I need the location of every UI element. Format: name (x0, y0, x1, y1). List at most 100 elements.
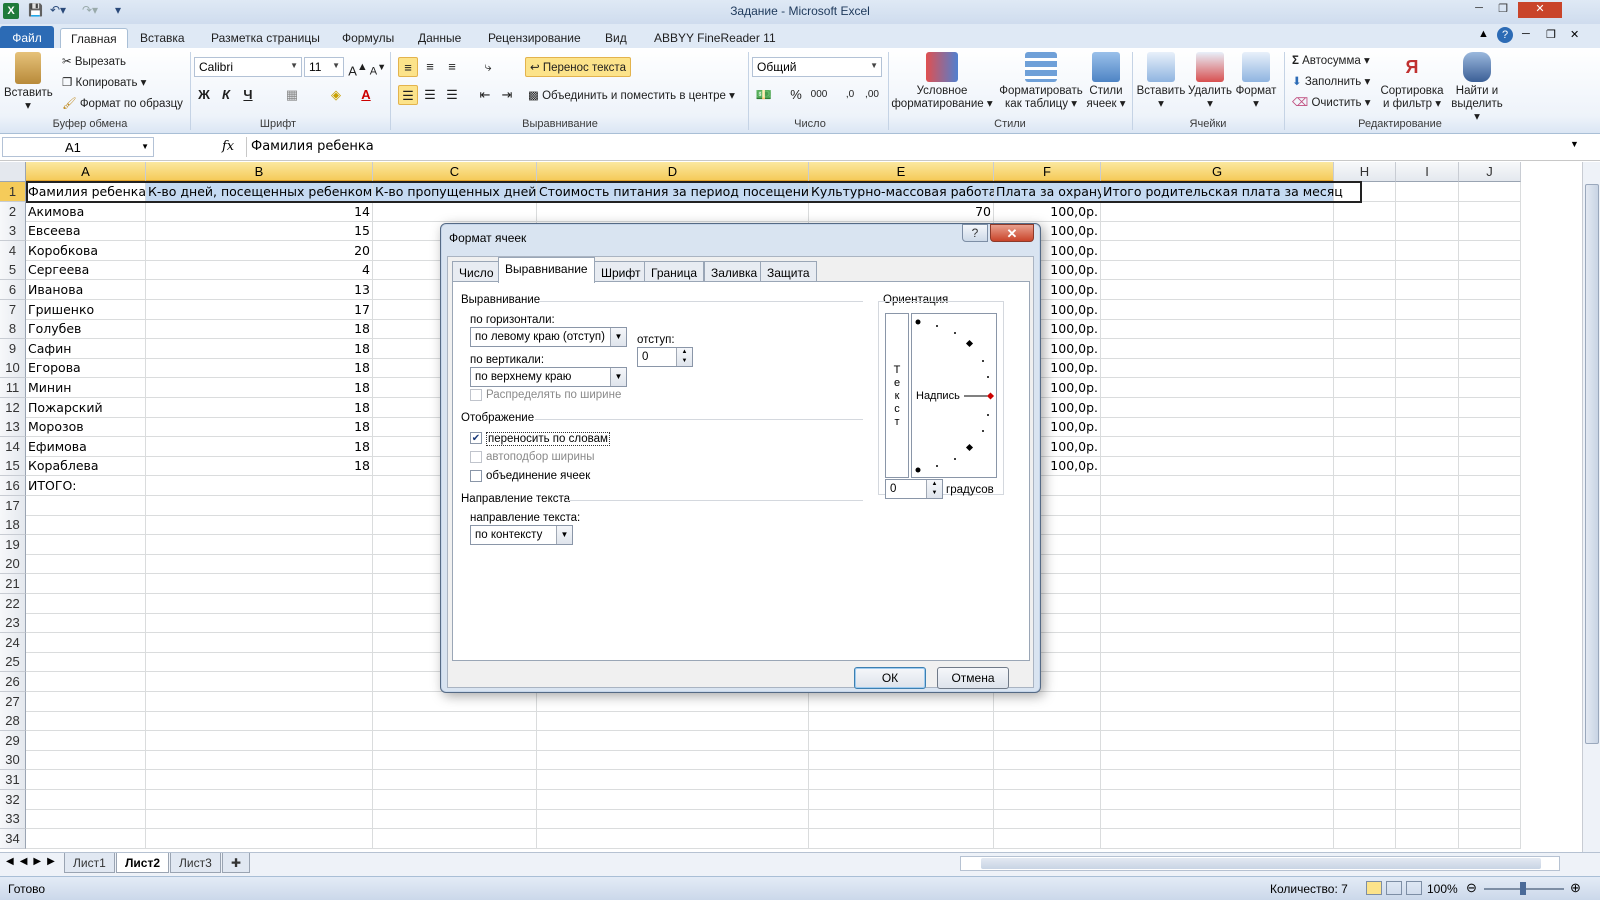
font-color-icon[interactable]: A (356, 85, 376, 105)
fill-color-icon[interactable]: ◈ (326, 85, 346, 105)
row-header[interactable]: 29 (0, 731, 26, 751)
cell[interactable] (1101, 515, 1334, 535)
cell[interactable] (537, 731, 809, 751)
horizontal-scrollbar[interactable] (960, 856, 1560, 871)
cell[interactable] (1396, 574, 1459, 594)
delete-cells-button[interactable]: Удалить ▾ (1186, 52, 1234, 111)
cell[interactable] (26, 535, 146, 555)
clear-button[interactable]: ⌫ Очистить ▾ (1292, 95, 1371, 109)
cell[interactable] (1459, 476, 1521, 496)
column-header-i[interactable]: I (1396, 162, 1459, 182)
cell[interactable] (1459, 633, 1521, 653)
tab-abbyy[interactable]: ABBYY FineReader 11 (654, 28, 776, 48)
cell[interactable] (1101, 358, 1334, 378)
cell[interactable] (1396, 515, 1459, 535)
cell[interactable] (1101, 260, 1334, 280)
cell[interactable] (1396, 633, 1459, 653)
cell[interactable] (1459, 652, 1521, 672)
font-name-combo[interactable]: Calibri ▼ (194, 57, 302, 77)
name-cell[interactable]: Иванова (26, 280, 146, 300)
help-icon[interactable]: ? (1497, 27, 1513, 43)
ok-button[interactable]: ОК (854, 667, 926, 689)
dialog-help-icon[interactable]: ? (962, 224, 988, 242)
name-cell[interactable]: Акимова (26, 202, 146, 222)
cell[interactable] (809, 770, 994, 790)
align-center-icon[interactable]: ☰ (420, 85, 440, 105)
cell[interactable] (26, 750, 146, 770)
days-cell[interactable]: 14 (146, 202, 373, 222)
row-header[interactable]: 23 (0, 613, 26, 633)
days-cell[interactable]: 13 (146, 280, 373, 300)
cell[interactable] (1459, 378, 1521, 398)
cell[interactable] (1459, 260, 1521, 280)
cell[interactable] (1396, 417, 1459, 437)
row-header[interactable]: 26 (0, 672, 26, 692)
row-header[interactable]: 21 (0, 574, 26, 594)
tab-protection[interactable]: Защита (760, 261, 817, 282)
dialog-close-icon[interactable]: ✕ (990, 224, 1034, 242)
orientation-dial[interactable]: Надпись (911, 313, 997, 478)
wb-close-icon[interactable]: ✕ (1570, 28, 1579, 41)
close-icon[interactable]: ✕ (1518, 2, 1562, 18)
row-header[interactable]: 4 (0, 241, 26, 261)
days-cell[interactable]: 18 (146, 437, 373, 457)
name-cell[interactable]: Пожарский (26, 398, 146, 418)
total-label-cell[interactable]: ИТОГО: (26, 476, 146, 496)
cell[interactable] (1334, 260, 1396, 280)
row-header[interactable]: 10 (0, 358, 26, 378)
insert-cells-button[interactable]: Вставить ▾ (1136, 52, 1186, 111)
tab-insert[interactable]: Вставка (140, 28, 185, 48)
cut-button[interactable]: ✂ Вырезать (62, 54, 126, 68)
row-header[interactable]: 12 (0, 398, 26, 418)
cell[interactable] (1459, 594, 1521, 614)
cell[interactable] (1396, 613, 1459, 633)
cell[interactable] (1396, 711, 1459, 731)
cell[interactable] (1101, 202, 1334, 222)
tab-number[interactable]: Число (452, 261, 501, 282)
cell[interactable] (1101, 398, 1334, 418)
column-header-f[interactable]: F (994, 162, 1101, 182)
days-cell[interactable]: 18 (146, 417, 373, 437)
currency-icon[interactable]: 💵 (754, 85, 774, 105)
name-cell[interactable]: Гришенко (26, 300, 146, 320)
cell[interactable] (1459, 300, 1521, 320)
vertical-scrollbar[interactable] (1582, 162, 1600, 852)
row-header[interactable]: 18 (0, 515, 26, 535)
cell[interactable] (146, 476, 373, 496)
row-header[interactable]: 7 (0, 300, 26, 320)
cell[interactable] (1459, 770, 1521, 790)
normal-view-icon[interactable] (1366, 881, 1382, 895)
decrease-indent-icon[interactable]: ⇤ (475, 85, 495, 105)
format-cells-button[interactable]: Формат ▾ (1232, 52, 1280, 111)
cell[interactable] (1459, 829, 1521, 849)
shrink-to-fit-checkbox[interactable] (470, 451, 482, 463)
page-break-view-icon[interactable] (1406, 881, 1422, 895)
increase-indent-icon[interactable]: ⇥ (497, 85, 517, 105)
cell[interactable] (1396, 692, 1459, 712)
conditional-formatting-button[interactable]: Условное форматирование ▾ (890, 52, 994, 111)
cell[interactable] (1459, 221, 1521, 241)
cell[interactable] (1396, 202, 1459, 222)
column-header-g[interactable]: G (1101, 162, 1334, 182)
vertical-text-box[interactable]: Текст (885, 313, 909, 478)
cell[interactable] (1334, 554, 1396, 574)
days-cell[interactable]: 20 (146, 241, 373, 261)
days-cell[interactable]: 18 (146, 398, 373, 418)
row-header[interactable]: 1 (0, 182, 26, 202)
cell[interactable] (1101, 221, 1334, 241)
cell[interactable] (1459, 182, 1521, 202)
bold-button[interactable]: Ж (194, 85, 214, 105)
name-cell[interactable]: Кораблева (26, 456, 146, 476)
cell[interactable] (1334, 574, 1396, 594)
row-header[interactable]: 33 (0, 809, 26, 829)
cell[interactable] (1459, 319, 1521, 339)
days-cell[interactable]: 18 (146, 456, 373, 476)
days-cell[interactable]: 15 (146, 221, 373, 241)
column-header-e[interactable]: E (809, 162, 994, 182)
formula-input[interactable]: Фамилия ребенка (246, 137, 1566, 157)
row-header[interactable]: 24 (0, 633, 26, 653)
name-cell[interactable]: Сафин (26, 339, 146, 359)
cell[interactable] (26, 672, 146, 692)
cell[interactable] (26, 594, 146, 614)
align-middle-icon[interactable]: ≡ (420, 57, 440, 77)
